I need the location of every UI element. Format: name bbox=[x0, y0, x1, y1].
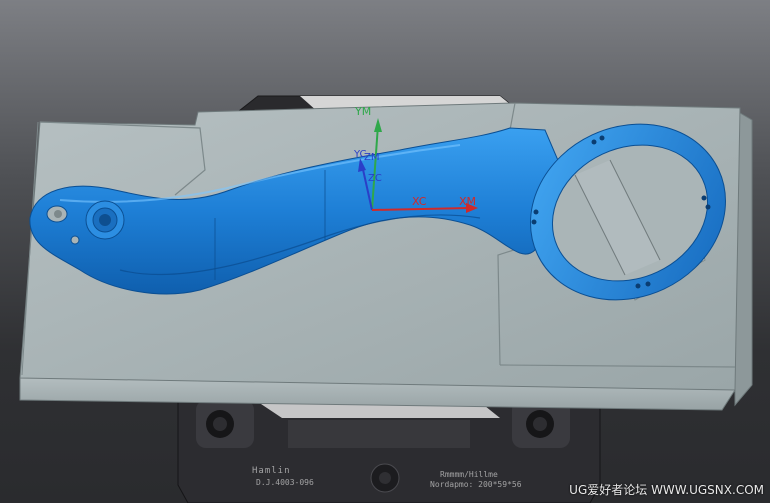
graphics-window[interactable]: YM YC ZM ZC XC XM Hamlin D.J.4003-096 Rm… bbox=[0, 0, 770, 503]
csys-zm-label: ZM bbox=[364, 152, 380, 163]
forum-watermark: UG爱好者论坛 WWW.UGSNX.COM bbox=[569, 483, 764, 497]
base-plate-code: D.J.4003-096 bbox=[256, 478, 314, 487]
base-plate-text-1: Rmmmm/Hillme bbox=[440, 470, 498, 479]
csys-xm-label: XM bbox=[459, 195, 477, 208]
base-plate-text-2: Nordapmo: 200*59*56 bbox=[430, 480, 522, 489]
cad-model-view[interactable] bbox=[0, 0, 770, 503]
csys-ym-label: YM bbox=[355, 105, 372, 118]
csys-zc-label: ZC bbox=[368, 173, 382, 184]
base-plate-brand: Hamlin bbox=[252, 466, 291, 476]
csys-xc-label: XC bbox=[412, 195, 427, 208]
